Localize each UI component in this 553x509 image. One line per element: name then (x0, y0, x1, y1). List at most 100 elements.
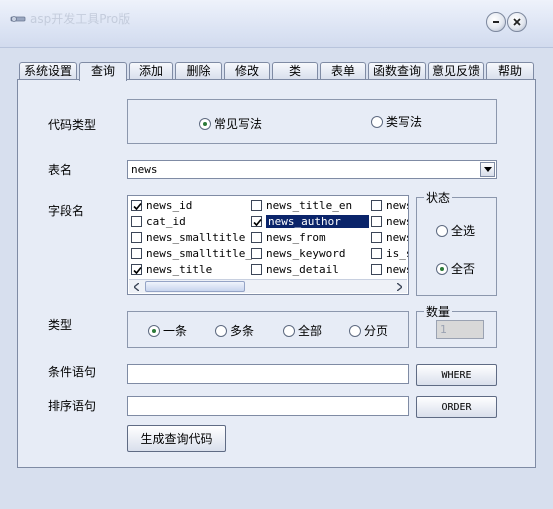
scroll-left-button[interactable] (129, 280, 144, 293)
radio-multiple[interactable]: 多条 (215, 322, 254, 339)
radio-all[interactable]: 全部 (283, 322, 322, 339)
field-name: news (386, 214, 408, 228)
condition-input[interactable] (127, 364, 409, 384)
field-name: news_smalltitle_e (146, 246, 259, 260)
checkbox[interactable] (371, 247, 382, 259)
checkbox[interactable] (251, 199, 262, 211)
list-item[interactable]: news_id (131, 197, 192, 213)
checkbox[interactable] (371, 263, 382, 275)
radio-paged[interactable]: 分页 (349, 322, 388, 339)
field-name: news (386, 198, 408, 212)
window-title: asp开发工具Pro版 (30, 12, 131, 26)
radio-one[interactable]: 一条 (148, 322, 187, 339)
checkbox[interactable] (371, 199, 382, 211)
radio-circle (436, 262, 448, 275)
radio-circle (371, 115, 383, 128)
checkbox[interactable] (371, 231, 382, 243)
generate-query-code-button[interactable]: 生成查询代码 (127, 425, 226, 452)
checkbox[interactable] (251, 263, 262, 275)
dropdown-button[interactable] (480, 162, 495, 177)
checkbox[interactable] (251, 215, 262, 227)
radio-select-all[interactable]: 全选 (436, 222, 475, 239)
radio-circle (436, 224, 448, 237)
scroll-thumb[interactable] (145, 281, 245, 292)
list-item[interactable]: news (371, 229, 408, 245)
radio-label: 分页 (364, 324, 389, 338)
radio-label: 常见写法 (214, 117, 263, 131)
tab-modify[interactable]: 修改 (224, 62, 270, 80)
list-item[interactable]: news_smalltitle (131, 229, 245, 245)
list-item[interactable]: cat_id (131, 213, 186, 229)
checkbox[interactable] (131, 263, 142, 275)
list-item[interactable]: news_title_en (251, 197, 352, 213)
field-name: news_id (146, 198, 193, 212)
radio-common-style[interactable]: 常见写法 (199, 115, 262, 132)
tab-delete[interactable]: 删除 (175, 62, 222, 80)
close-button[interactable] (507, 12, 527, 32)
list-item[interactable]: news_detail (251, 261, 339, 277)
list-item[interactable]: is_s (371, 245, 408, 261)
list-item[interactable]: news_from (251, 229, 326, 245)
quantity-label: 数量 (424, 303, 453, 320)
checkbox[interactable] (131, 199, 142, 211)
radio-label: 类写法 (386, 115, 423, 129)
tab-class[interactable]: 类 (272, 62, 318, 80)
horizontal-scrollbar[interactable] (129, 279, 407, 293)
minimize-button[interactable] (486, 12, 506, 32)
checkbox[interactable] (131, 231, 142, 243)
condition-label: 条件语句 (48, 365, 97, 379)
checkbox[interactable] (371, 215, 382, 227)
tab-query[interactable]: 查询 (79, 62, 127, 81)
chevron-left-icon (134, 282, 139, 291)
tab-feedback[interactable]: 意见反馈 (428, 62, 484, 80)
radio-label: 全部 (298, 324, 323, 338)
field-name: is_s (386, 246, 408, 260)
radio-circle (349, 324, 361, 337)
radio-circle (148, 324, 160, 337)
tab-help[interactable]: 帮助 (486, 62, 534, 80)
type-label: 类型 (48, 318, 73, 332)
quantity-field: 1 (436, 320, 484, 339)
field-name: news_author (266, 214, 369, 228)
radio-label: 一条 (163, 324, 188, 338)
status-group (416, 197, 497, 296)
field-name: news (386, 230, 408, 244)
fields-label: 字段名 (48, 204, 85, 218)
status-label: 状态 (424, 189, 453, 206)
order-label: 排序语句 (48, 399, 97, 413)
where-button[interactable]: WHERE (416, 364, 497, 386)
radio-class-style[interactable]: 类写法 (371, 113, 422, 130)
order-input[interactable] (127, 396, 409, 416)
field-name: news_smalltitle (146, 230, 246, 244)
list-item[interactable]: news_author (251, 213, 369, 229)
minimize-icon (493, 21, 499, 23)
order-button[interactable]: ORDER (416, 396, 497, 418)
tab-function-query[interactable]: 函数查询 (368, 62, 426, 80)
list-item[interactable]: news (371, 213, 408, 229)
field-name: news_from (266, 230, 326, 244)
field-name: news (386, 262, 408, 276)
field-name: news_title (146, 262, 213, 276)
checkbox[interactable] (131, 215, 142, 227)
list-item[interactable]: news_title (131, 261, 212, 277)
list-item[interactable]: news (371, 261, 408, 277)
list-item[interactable]: news (371, 197, 408, 213)
radio-select-none[interactable]: 全否 (436, 260, 475, 277)
code-type-group (127, 99, 497, 144)
table-name-combo[interactable]: news (127, 160, 497, 179)
field-checklist[interactable]: news_id cat_id news_smalltitle news_smal… (127, 195, 409, 295)
scroll-right-button[interactable] (392, 280, 407, 293)
field-name: cat_id (146, 214, 186, 228)
tab-form[interactable]: 表单 (320, 62, 366, 80)
title-bar: asp开发工具Pro版 (0, 0, 553, 48)
list-item[interactable]: news_smalltitle_e (131, 245, 259, 261)
checkbox[interactable] (251, 247, 262, 259)
tab-system-settings[interactable]: 系统设置 (19, 62, 77, 80)
field-name: news_keyword (266, 246, 346, 260)
table-name-value: news (131, 163, 158, 176)
checkbox[interactable] (251, 231, 262, 243)
field-name: news_title_en (266, 198, 353, 212)
checkbox[interactable] (131, 247, 142, 259)
list-item[interactable]: news_keyword (251, 245, 345, 261)
tab-add[interactable]: 添加 (129, 62, 173, 80)
